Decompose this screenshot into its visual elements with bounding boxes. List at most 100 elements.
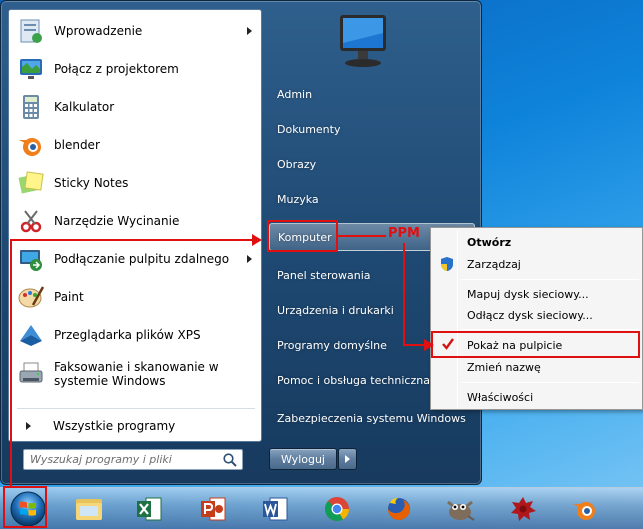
taskbar-powerpoint-button[interactable] — [188, 490, 238, 528]
right-item-label: Urządzenia i drukarki — [277, 303, 394, 317]
ctx-item-disconnect-drive[interactable]: Odłącz dysk sieciowy... — [433, 304, 640, 326]
all-programs-button[interactable]: Wszystkie programy — [12, 414, 258, 438]
sticky-notes-icon — [16, 168, 46, 198]
getting-started-icon — [16, 16, 46, 46]
logoff-button[interactable]: Wyloguj — [269, 448, 337, 470]
ctx-item-label: Zmień nazwę — [467, 360, 541, 374]
annotation-start-highlight — [3, 486, 47, 528]
fax-scan-icon — [16, 359, 46, 389]
program-item-sticky-notes[interactable]: Sticky Notes — [12, 165, 258, 201]
program-label: Wprowadzenie — [54, 24, 143, 38]
taskbar-blender-button[interactable] — [560, 490, 610, 528]
program-label: Kalkulator — [54, 100, 115, 114]
calculator-icon — [16, 92, 46, 122]
program-item-calculator[interactable]: Kalkulator — [12, 89, 258, 125]
ctx-item-properties[interactable]: Właściwości — [433, 386, 640, 408]
right-item-pictures[interactable]: Obrazy — [269, 150, 475, 178]
ctx-item-label: Mapuj dysk sieciowy... — [467, 287, 589, 301]
right-item-label: Zabezpieczenia systemu Windows — [277, 411, 466, 425]
right-item-label: Admin — [277, 87, 313, 101]
program-item-paint[interactable]: Paint — [12, 279, 258, 315]
program-label: Paint — [54, 290, 84, 304]
programs-separator — [17, 408, 255, 409]
annotation-ppm-line — [338, 235, 386, 237]
program-label: Faksowanie i skanowanie w systemie Windo… — [54, 360, 219, 388]
right-item-label: Obrazy — [277, 157, 317, 171]
ctx-separator — [461, 279, 639, 280]
right-item-label: Muzyka — [277, 192, 319, 206]
logoff-options-button[interactable] — [338, 448, 357, 470]
taskbar-excel-button[interactable] — [124, 490, 174, 528]
right-item-label: Programy domyślne — [277, 338, 387, 352]
right-item-documents[interactable]: Dokumenty — [269, 115, 475, 143]
ctx-item-label: Odłącz dysk sieciowy... — [467, 308, 593, 322]
blender-icon — [16, 130, 46, 160]
annotation-show-desktop-highlight — [431, 331, 640, 358]
firefox-icon — [388, 498, 410, 520]
paint-icon — [16, 282, 46, 312]
taskbar-chrome-button[interactable] — [312, 490, 362, 528]
right-item-admin[interactable]: Admin — [269, 80, 475, 108]
program-item-blender[interactable]: blender — [12, 127, 258, 163]
taskbar-gimp-button[interactable] — [435, 490, 485, 528]
search-input[interactable] — [30, 450, 220, 469]
start-menu: Wprowadzenie Połącz z projektorem Kalkul… — [0, 0, 482, 485]
snipping-tool-icon — [16, 206, 46, 236]
program-item-getting-started[interactable]: Wprowadzenie — [12, 13, 258, 49]
taskbar-explorer-button[interactable] — [64, 490, 114, 528]
annotation-horizontal-line — [10, 239, 254, 241]
projector-icon — [16, 54, 46, 84]
program-item-projector[interactable]: Połącz z projektorem — [12, 51, 258, 87]
remote-desktop-icon — [16, 244, 46, 274]
ctx-item-map-drive[interactable]: Mapuj dysk sieciowy... — [433, 283, 640, 305]
search-icon[interactable] — [222, 452, 238, 468]
program-label: Podłączanie pulpitu zdalnego — [54, 252, 230, 266]
program-item-xps-viewer[interactable]: Przeglądarka plików XPS — [12, 317, 258, 353]
right-item-label: Pomoc i obsługa techniczna — [277, 373, 430, 387]
programs-pane: Wprowadzenie Połącz z projektorem Kalkul… — [8, 9, 262, 442]
blender-icon — [573, 502, 595, 520]
ctx-item-manage[interactable]: Zarządzaj — [433, 253, 640, 275]
program-item-snipping-tool[interactable]: Narzędzie Wycinanie — [12, 203, 258, 239]
annotation-vertical-line — [10, 240, 12, 487]
submenu-arrow-icon[interactable] — [247, 27, 252, 35]
right-item-music[interactable]: Muzyka — [269, 185, 475, 213]
program-label: Przeglądarka plików XPS — [54, 328, 201, 342]
taskbar-word-button[interactable] — [250, 490, 300, 528]
search-box[interactable] — [23, 449, 243, 470]
all-programs-label: Wszystkie programy — [53, 419, 176, 433]
chevron-right-icon — [345, 455, 350, 463]
ctx-item-open[interactable]: Otwórz — [433, 231, 640, 253]
computer-monitor-icon — [334, 13, 392, 69]
ctx-item-label: Zarządzaj — [467, 257, 521, 271]
program-item-remote-desktop[interactable]: Podłączanie pulpitu zdalnego — [12, 241, 258, 277]
ctx-item-label: Właściwości — [467, 390, 534, 404]
word-icon — [263, 497, 288, 521]
annotation-arrow-head-icon — [252, 234, 262, 246]
ctx-item-label: Otwórz — [467, 235, 512, 249]
uac-shield-icon — [439, 256, 455, 275]
explorer-icon — [76, 499, 102, 520]
chrome-icon — [324, 497, 349, 522]
context-menu: Otwórz Zarządzaj Mapuj dysk sieciowy... … — [430, 227, 643, 410]
xps-viewer-icon — [16, 320, 46, 350]
annotation-ppm-label: PPM — [388, 226, 420, 241]
taskbar-gear-app-button[interactable] — [498, 490, 548, 528]
logoff-label: Wyloguj — [281, 452, 325, 466]
excel-icon — [137, 497, 162, 521]
annotation-computer-highlight — [267, 220, 338, 252]
program-item-fax-scan[interactable]: Faksowanie i skanowanie w systemie Windo… — [12, 354, 258, 394]
ctx-separator — [461, 329, 639, 330]
gear-app-icon — [511, 497, 536, 521]
ctx-item-rename[interactable]: Zmień nazwę — [433, 356, 640, 378]
gimp-icon — [447, 500, 475, 521]
annotation-down-line — [403, 243, 405, 346]
right-item-label: Panel sterowania — [277, 268, 371, 282]
taskbar — [0, 487, 643, 529]
powerpoint-icon — [201, 497, 226, 521]
taskbar-firefox-button[interactable] — [374, 490, 424, 528]
submenu-arrow-icon[interactable] — [247, 255, 252, 263]
program-label: Połącz z projektorem — [54, 62, 179, 76]
program-label: Sticky Notes — [54, 176, 129, 190]
all-programs-arrow-icon — [26, 422, 31, 430]
